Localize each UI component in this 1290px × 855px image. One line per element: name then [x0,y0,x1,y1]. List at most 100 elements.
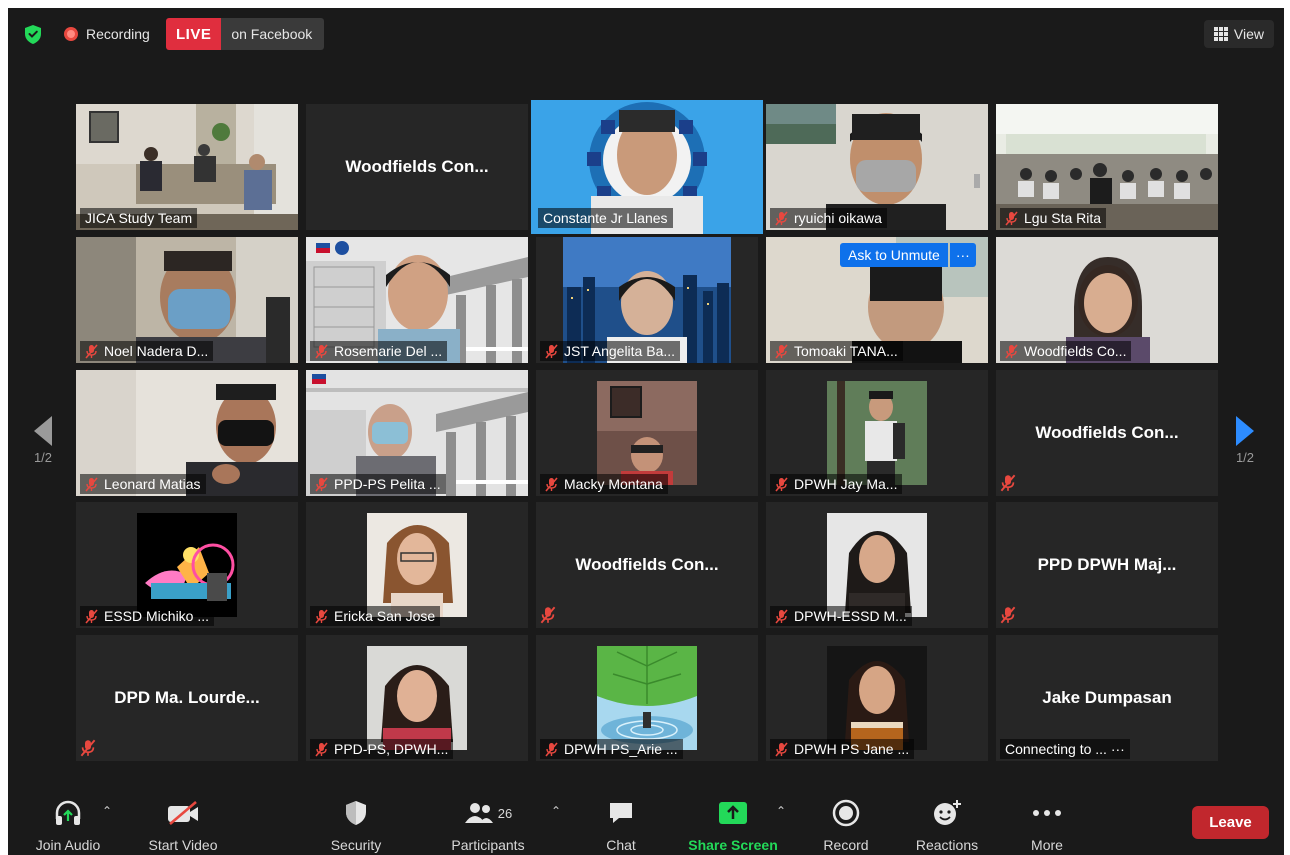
participant-label: DPWH-ESSD M... [770,606,912,626]
participants-button[interactable]: 26 Participants [438,798,538,853]
participant-tile[interactable]: JST Angelita Ba... [536,237,758,363]
participant-tile[interactable]: Ericka San Jose [306,502,528,628]
participant-tile[interactable]: DPWH PS Jane ... [766,635,988,761]
participant-tile[interactable]: Jake Dumpasan Connecting to ... ··· [996,635,1218,761]
live-stream-indicator[interactable]: LIVE on Facebook [166,18,325,50]
more-button[interactable]: More [1022,798,1072,853]
participant-tile[interactable]: DPWH PS_Arie ... [536,635,758,761]
participant-label: Rosemarie Del ... [310,341,448,361]
muted-microphone-icon [775,608,788,624]
audio-options-caret[interactable]: ⌃ [102,804,112,818]
participant-tile[interactable]: JICA Study Team [76,104,298,230]
security-label: Security [330,837,382,853]
participant-tile[interactable]: Leonard Matias [76,370,298,496]
participant-name: Constante Jr Llanes [543,210,668,226]
participant-tile[interactable]: Ask to Unmute ··· Tomoaki TANA... [766,237,988,363]
top-bar: Recording LIVE on Facebook View [8,8,1284,58]
chat-button[interactable]: Chat [596,798,646,853]
muted-microphone-icon [545,741,558,757]
chat-label: Chat [606,837,636,853]
participant-tile[interactable]: DPD Ma. Lourde... [76,635,298,761]
participant-photo [597,381,697,485]
record-button[interactable]: Record [816,798,876,853]
connecting-label: Connecting to ... ··· [1005,741,1125,757]
video-off-icon [143,798,223,828]
participant-tile[interactable]: PPD DPWH Maj... [996,502,1218,628]
previous-page-control[interactable]: 1/2 [28,414,58,474]
participant-tile[interactable]: Rosemarie Del ... [306,237,528,363]
participant-label: ESSD Michiko ... [80,606,215,626]
live-badge: LIVE [166,18,222,50]
muted-microphone-icon [85,608,98,624]
participant-label: Ericka San Jose [310,606,441,626]
participant-name: DPD Ma. Lourde... [114,688,260,707]
participant-label: DPWH PS_Arie ... [540,739,683,759]
participants-options-caret[interactable]: ⌃ [551,804,561,818]
participant-name: PPD DPWH Maj... [1037,555,1177,574]
participant-tile[interactable]: Woodfields Con... [536,502,758,628]
participant-tile[interactable]: ryuichi oikawa [766,104,988,230]
muted-microphone-icon [775,741,788,757]
participant-tile[interactable]: Noel Nadera D... [76,237,298,363]
leave-button[interactable]: Leave [1192,806,1269,839]
more-label: More [1031,837,1063,853]
start-video-label: Start Video [148,837,218,853]
participant-name: Jake Dumpasan [1042,688,1172,707]
ask-to-unmute-button[interactable]: Ask to Unmute [840,243,948,267]
connecting-status: Connecting to ... ··· [1000,739,1130,759]
start-video-button[interactable]: Start Video [143,798,223,853]
headphones-icon [28,798,108,828]
participant-name: DPWH-ESSD M... [794,608,907,624]
muted-microphone-icon [540,606,556,624]
more-dots-icon [1022,798,1072,828]
participant-name: DPWH Jay Ma... [794,476,898,492]
chevron-right-icon[interactable] [1230,414,1260,448]
muted-microphone-icon [1000,474,1016,492]
participant-name: Woodfields Con... [575,555,719,574]
muted-microphone-icon [315,741,328,757]
record-label: Record [823,837,869,853]
shield-icon [316,798,396,828]
participant-tile[interactable]: DPWH-ESSD M... [766,502,988,628]
muted-microphone-icon [1005,343,1018,359]
view-button[interactable]: View [1203,20,1274,48]
security-button[interactable]: Security [316,798,396,853]
reactions-button[interactable]: Reactions [908,798,986,853]
participant-name: Macky Montana [564,476,663,492]
smiley-icon [908,798,986,828]
tile-more-button[interactable]: ··· [949,243,976,267]
participant-photo [367,646,467,750]
participant-tile[interactable]: Macky Montana [536,370,758,496]
share-screen-label: Share Screen [688,837,778,853]
muted-microphone-icon [1000,606,1016,624]
muted-microphone-icon [545,343,558,359]
participant-tile[interactable]: PPD-PS, DPWH... [306,635,528,761]
participant-name: Lgu Sta Rita [1024,210,1102,226]
participant-label: ryuichi oikawa [770,208,887,228]
muted-microphone-icon [775,476,788,492]
chevron-left-icon[interactable] [28,414,58,448]
participant-tile[interactable]: Woodfields Con... [996,370,1218,496]
share-screen-button[interactable]: Share Screen [686,798,780,853]
participant-photo [827,646,927,750]
participant-tile[interactable]: ESSD Michiko ... [76,502,298,628]
participant-label: DPWH PS Jane ... [770,739,915,759]
participant-tile[interactable]: Woodfields Co... [996,237,1218,363]
participant-tile[interactable]: PPD-PS Pelita ... [306,370,528,496]
participant-tile[interactable]: DPWH Jay Ma... [766,370,988,496]
join-audio-button[interactable]: Join Audio [28,798,108,853]
participant-label: Constante Jr Llanes [538,208,673,228]
encryption-shield-icon[interactable] [22,23,44,45]
participant-tile[interactable]: Lgu Sta Rita [996,104,1218,230]
next-page-control[interactable]: 1/2 [1230,414,1260,474]
muted-microphone-icon [1005,210,1018,226]
participant-label: DPWH Jay Ma... [770,474,903,494]
participant-name: Leonard Matias [104,476,201,492]
share-options-caret[interactable]: ⌃ [776,804,786,818]
zoom-meeting-window: Recording LIVE on Facebook View JICA Stu… [8,8,1284,855]
participant-name: PPD-PS Pelita ... [334,476,441,492]
active-speaker-tile[interactable]: Constante Jr Llanes [531,100,763,234]
muted-microphone-icon [775,210,788,226]
recording-indicator[interactable]: Recording [64,22,150,46]
participant-tile[interactable]: Woodfields Con... [306,104,528,230]
